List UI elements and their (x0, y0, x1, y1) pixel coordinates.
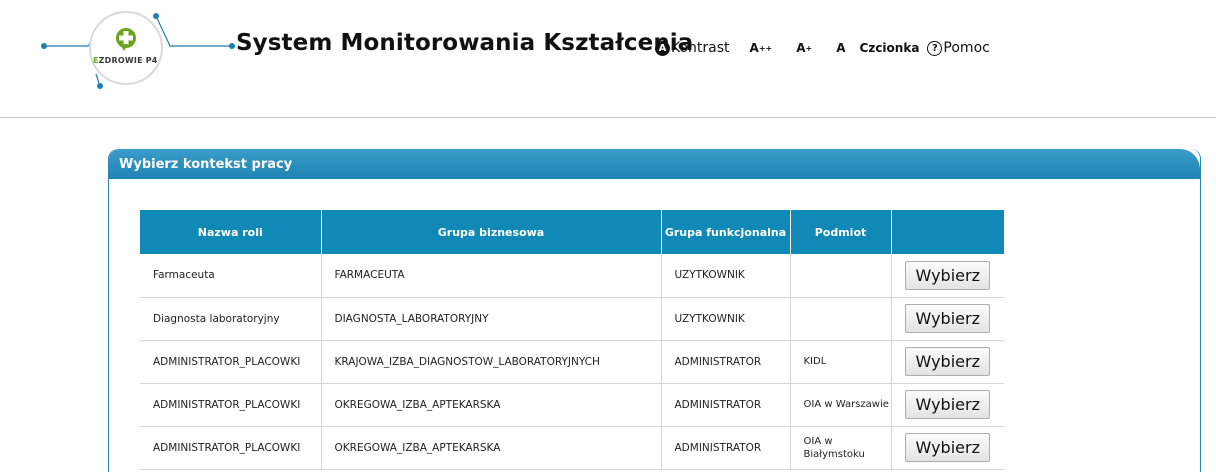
cell-role: ADMINISTRATOR_PLACOWKI (140, 383, 322, 427)
logo-text: EZDROWIE P4 (93, 56, 158, 65)
cell-entity: OIA w Białymstoku (790, 426, 892, 470)
cell-entity (790, 254, 892, 298)
column-header-functional-group: Grupa funkcjonalna (661, 210, 791, 254)
page-title: System Monitorowania Kształcenia (236, 30, 694, 56)
cell-role: Farmaceuta (140, 254, 322, 298)
select-button[interactable]: Wybierz (905, 347, 991, 376)
cell-action: Wybierz (891, 426, 1004, 470)
cell-action: Wybierz (891, 297, 1004, 341)
contrast-button[interactable]: A Kontrast (655, 40, 730, 56)
table-row: Diagnosta laboratoryjny DIAGNOSTA_LABORA… (140, 297, 1004, 341)
table-header-row: Nazwa roli Grupa biznesowa Grupa funkcjo… (140, 210, 1004, 254)
cell-functional-group: UZYTKOWNIK (661, 297, 791, 341)
select-button[interactable]: Wybierz (905, 390, 991, 419)
cell-entity: KIDL (790, 340, 892, 384)
roles-table: Nazwa roli Grupa biznesowa Grupa funkcjo… (140, 210, 1004, 470)
column-header-business-group: Grupa biznesowa (321, 210, 662, 254)
panel-title: Wybierz kontekst pracy (119, 157, 293, 172)
font-medium-button[interactable]: A + (796, 41, 812, 55)
column-header-action (891, 210, 1004, 254)
cell-role: Diagnosta laboratoryjny (140, 297, 322, 341)
table-row: Farmaceuta FARMACEUTA UZYTKOWNIK Wybierz (140, 254, 1004, 298)
ezdrowie-logo[interactable]: EZDROWIE P4 (36, 4, 236, 108)
help-icon: ? (927, 40, 943, 56)
cell-business-group: OKREGOWA_IZBA_APTEKARSKA (321, 383, 662, 427)
help-button[interactable]: ? Pomoc (927, 40, 990, 56)
cell-business-group: FARMACEUTA (321, 254, 662, 298)
help-label: Pomoc (943, 40, 990, 56)
font-normal-button[interactable]: A (836, 41, 845, 55)
table-row: ADMINISTRATOR_PLACOWKI OKREGOWA_IZBA_APT… (140, 383, 1004, 427)
select-button[interactable]: Wybierz (905, 304, 991, 333)
table-row: ADMINISTRATOR_PLACOWKI OKREGOWA_IZBA_APT… (140, 426, 1004, 470)
cell-role: ADMINISTRATOR_PLACOWKI (140, 340, 322, 384)
cell-role: ADMINISTRATOR_PLACOWKI (140, 426, 322, 470)
cell-action: Wybierz (891, 340, 1004, 384)
cell-entity: OIA w Warszawie (790, 383, 892, 427)
contrast-icon: A (655, 40, 670, 56)
contrast-label: Kontrast (671, 40, 730, 56)
column-header-role: Nazwa roli (140, 210, 322, 254)
cell-entity (790, 297, 892, 341)
cell-business-group: DIAGNOSTA_LABORATORYJNY (321, 297, 662, 341)
cell-business-group: KRAJOWA_IZBA_DIAGNOSTOW_LABORATORYJNYCH (321, 340, 662, 384)
column-header-entity: Podmiot (790, 210, 892, 254)
cell-business-group: OKREGOWA_IZBA_APTEKARSKA (321, 426, 662, 470)
select-button[interactable]: Wybierz (905, 433, 991, 462)
page-header: EZDROWIE P4 System Monitorowania Kształc… (0, 0, 1216, 118)
font-label: Czcionka (859, 41, 920, 55)
select-button[interactable]: Wybierz (905, 260, 991, 290)
cell-action: Wybierz (891, 383, 1004, 427)
cell-action: Wybierz (891, 254, 1004, 298)
panel-header: Wybierz kontekst pracy (109, 149, 1200, 179)
cell-functional-group: ADMINISTRATOR (661, 383, 791, 427)
accessibility-toolbar: A Kontrast A ++ A + A Czcionka ? Pomoc (655, 36, 990, 60)
font-large-button[interactable]: A ++ (750, 41, 773, 55)
cell-functional-group: ADMINISTRATOR (661, 426, 791, 470)
cell-functional-group: UZYTKOWNIK (661, 254, 791, 298)
cell-functional-group: ADMINISTRATOR (661, 340, 791, 384)
table-row: ADMINISTRATOR_PLACOWKI KRAJOWA_IZBA_DIAG… (140, 340, 1004, 384)
